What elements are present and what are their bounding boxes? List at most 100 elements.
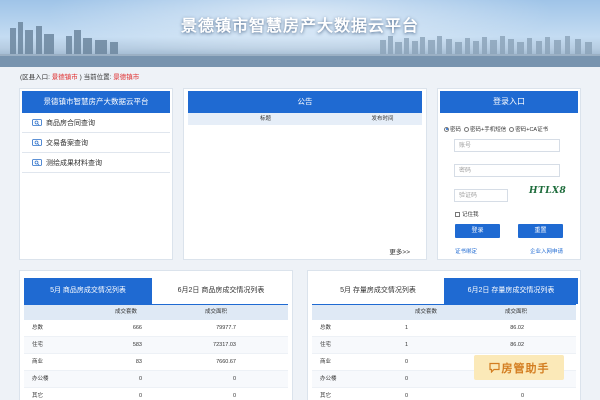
captcha-input[interactable] xyxy=(454,189,508,202)
login-mode-password-ca[interactable]: 密码+CA证书 xyxy=(509,125,548,133)
header-cell: 成交面积 xyxy=(204,309,227,315)
radio-label: 密码+手机短信 xyxy=(470,127,507,133)
header-cell xyxy=(24,305,88,320)
row-type: 商业 xyxy=(320,359,332,365)
sidebar-item-label: 商品房合同查询 xyxy=(46,119,95,127)
cert-binding-link[interactable]: 证书绑定 xyxy=(455,247,477,255)
row-area: 72317.03 xyxy=(213,342,236,348)
row-count: 0 xyxy=(404,376,408,382)
login-title: 登录入口 xyxy=(440,91,578,113)
row-type: 总数 xyxy=(32,325,44,331)
row-type: 住宅 xyxy=(32,342,44,348)
area-entry-link[interactable]: 景德镇市 xyxy=(52,74,78,81)
notice-col-date: 发布时间 xyxy=(371,116,394,122)
tab-resale-housing-day[interactable]: 6月2日 存量房成交情况列表 xyxy=(444,278,578,304)
remember-me-checkbox[interactable]: 记住我 xyxy=(455,210,479,218)
login-mode-password-sms[interactable]: 密码+手机短信 xyxy=(464,125,506,133)
login-mode-group: 密码 密码+手机短信 密码+CA证书 xyxy=(444,125,548,133)
table-row: 总数 1 86.02 xyxy=(312,320,576,337)
sidebar-item-filing-query[interactable]: 交易备案查询 xyxy=(22,133,170,153)
row-count: 1 xyxy=(404,325,408,331)
captcha-image[interactable]: HTLX8 xyxy=(529,186,566,196)
search-badge-icon xyxy=(32,158,42,166)
table-row: 总数 666 79977.7 xyxy=(24,320,288,337)
watermark-text: 房管助手 xyxy=(501,362,550,375)
header-cell: 成交套数 xyxy=(414,309,437,315)
notice-col-title: 标题 xyxy=(259,116,271,122)
area-entry-label: (区县入口: xyxy=(20,74,50,81)
sidebar-item-label: 测绘成果材料查询 xyxy=(46,159,102,167)
enterprise-apply-link[interactable]: 企业入网申请 xyxy=(530,247,563,255)
login-button[interactable]: 登录 xyxy=(455,224,500,238)
radio-label: 密码+CA证书 xyxy=(515,127,549,133)
watermark-badge: 房管助手 xyxy=(474,355,564,380)
remember-me-label: 记住我 xyxy=(462,212,479,218)
notice-panel: 公告 标题 发布时间 更多>> xyxy=(183,88,427,260)
radio-label: 密码 xyxy=(450,127,462,133)
row-area: 86.02 xyxy=(510,342,524,348)
chat-bubble-icon xyxy=(488,362,500,373)
resale-housing-stats-panel: 5月 存量房成交情况列表 6月2日 存量房成交情况列表 成交套数 成交面积 总数… xyxy=(307,270,581,400)
header-cell: 成交面积 xyxy=(504,309,527,315)
row-area: 0 xyxy=(232,376,236,382)
row-type: 住宅 xyxy=(320,342,332,348)
radio-icon xyxy=(444,126,449,132)
table-row: 其它 0 0 xyxy=(24,388,288,400)
tab-underline xyxy=(24,304,288,305)
row-count: 583 xyxy=(132,342,142,348)
row-count: 0 xyxy=(138,393,142,399)
table-header: 成交套数 成交面积 xyxy=(312,305,576,320)
table-row: 其它 0 0 xyxy=(312,388,576,400)
row-type: 其它 xyxy=(320,393,332,399)
password-input[interactable] xyxy=(454,164,560,177)
sidebar-item-label: 交易备案查询 xyxy=(46,139,88,147)
reset-button[interactable]: 重置 xyxy=(518,224,563,238)
row-area: 0 xyxy=(520,393,524,399)
table-body: 总数 666 79977.7 住宅 583 72317.03 商业 83 766… xyxy=(20,320,292,400)
query-sidebar: 景德镇市智慧房产大数据云平台 商品房合同查询 交易备案查询 测绘成果材料查询 xyxy=(19,88,173,260)
search-badge-icon xyxy=(32,138,42,146)
table-row: 住宅 583 72317.03 xyxy=(24,337,288,354)
current-location-label: ) 当前位置: xyxy=(79,74,112,81)
table-row: 商业 83 7660.67 xyxy=(24,354,288,371)
platform-title: 景德镇市智慧房产大数据云平台 xyxy=(180,18,419,35)
search-badge-icon xyxy=(32,118,42,126)
table-header: 成交套数 成交面积 xyxy=(24,305,288,320)
notice-more-link[interactable]: 更多>> xyxy=(389,246,410,256)
notice-title: 公告 xyxy=(188,91,422,113)
sidebar-title: 景德镇市智慧房产大数据云平台 xyxy=(22,91,170,113)
tab-new-housing-month[interactable]: 5月 商品房成交情况列表 xyxy=(24,278,152,304)
row-type: 办公楼 xyxy=(32,376,49,382)
row-type: 总数 xyxy=(320,325,332,331)
row-type: 其它 xyxy=(32,393,44,399)
row-count: 0 xyxy=(404,393,408,399)
row-area: 7660.67 xyxy=(216,359,236,365)
new-housing-tabs: 5月 商品房成交情况列表 6月2日 商品房成交情况列表 xyxy=(24,273,288,305)
table-row: 住宅 1 86.02 xyxy=(312,337,576,354)
row-area: 79977.7 xyxy=(216,325,236,331)
tab-resale-housing-month[interactable]: 5月 存量房成交情况列表 xyxy=(312,278,444,304)
row-count: 1 xyxy=(404,342,408,348)
row-count: 0 xyxy=(404,359,408,365)
resale-housing-tabs: 5月 存量房成交情况列表 6月2日 存量房成交情况列表 xyxy=(312,273,578,305)
header-banner: 景德镇市智慧房产大数据云平台 xyxy=(0,0,600,67)
tab-new-housing-day[interactable]: 6月2日 商品房成交情况列表 xyxy=(152,278,290,304)
sidebar-item-survey-query[interactable]: 测绘成果材料查询 xyxy=(22,153,170,173)
account-input[interactable] xyxy=(454,139,560,152)
header-cell xyxy=(312,305,376,320)
new-housing-stats-panel: 5月 商品房成交情况列表 6月2日 商品房成交情况列表 成交套数 成交面积 总数… xyxy=(19,270,293,400)
table-row: 办公楼 0 0 xyxy=(24,371,288,388)
checkbox-icon xyxy=(455,211,460,217)
row-type: 办公楼 xyxy=(320,376,337,382)
notice-table-header: 标题 发布时间 xyxy=(188,113,422,125)
header-cell: 成交套数 xyxy=(114,309,137,315)
row-type: 商业 xyxy=(32,359,44,365)
row-area: 86.02 xyxy=(510,325,524,331)
row-area: 0 xyxy=(232,393,236,399)
login-mode-password[interactable]: 密码 xyxy=(444,125,461,133)
sidebar-item-contract-query[interactable]: 商品房合同查询 xyxy=(22,113,170,133)
row-count: 83 xyxy=(135,359,142,365)
radio-icon xyxy=(509,126,515,132)
row-count: 666 xyxy=(132,325,142,331)
radio-icon xyxy=(464,126,470,132)
